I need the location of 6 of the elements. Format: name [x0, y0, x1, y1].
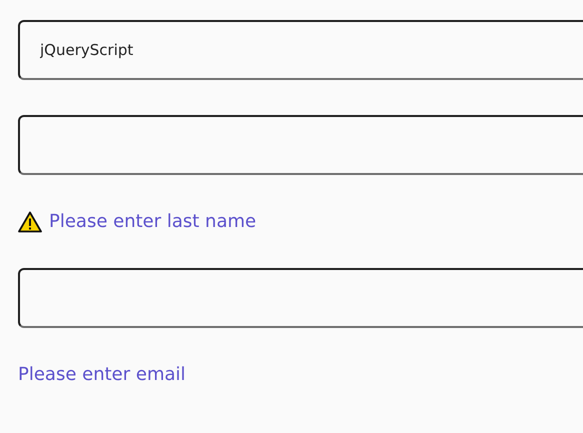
error-message: Please enter email	[18, 364, 186, 385]
input-field[interactable]: jQueryScript	[18, 20, 583, 80]
warning-icon	[18, 210, 42, 232]
input-field[interactable]	[18, 115, 583, 175]
input-field[interactable]	[18, 268, 583, 328]
error-message: Please enter last name	[49, 211, 256, 232]
